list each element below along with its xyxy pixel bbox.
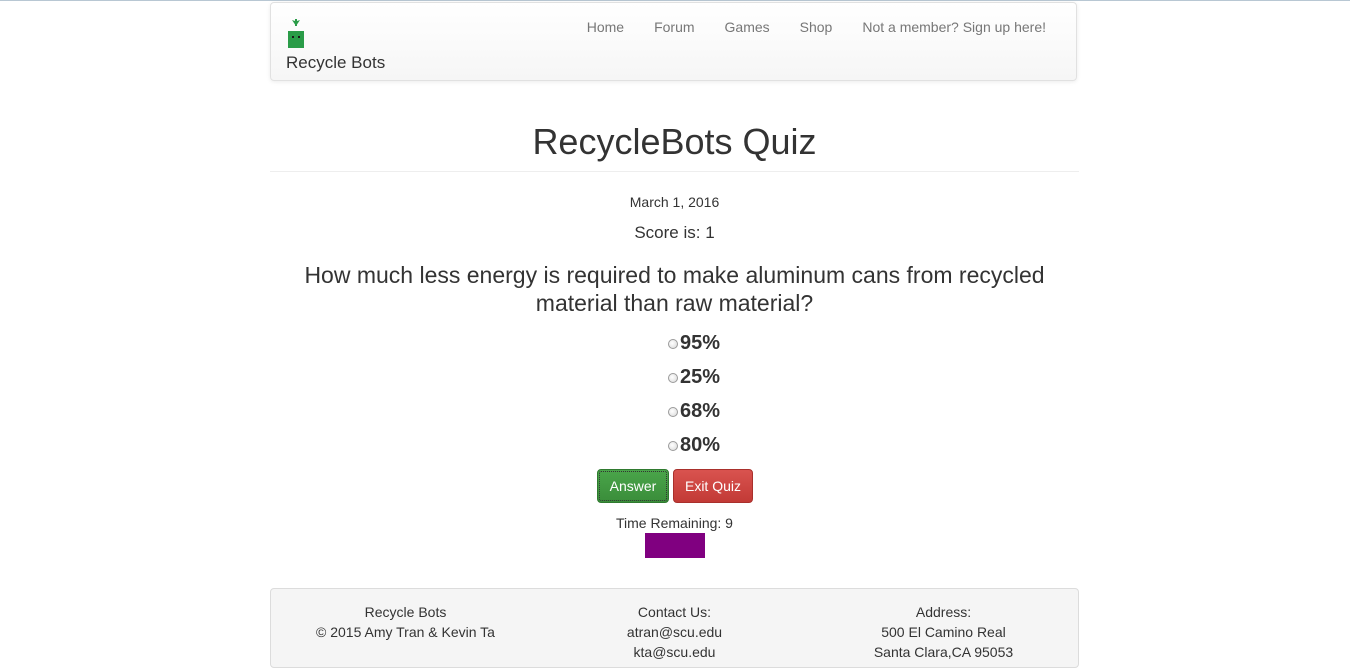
exit-quiz-button[interactable]: Exit Quiz [673, 469, 753, 503]
page-title: RecycleBots Quiz [532, 121, 817, 162]
footer: Recycle Bots © 2015 Amy Tran & Kevin Ta … [270, 588, 1079, 668]
nav-links: Home Forum Games Shop Not a member? Sign… [572, 19, 1061, 35]
footer-address: Address: 500 El Camino Real Santa Clara,… [809, 602, 1078, 662]
footer-email-kta[interactable]: kta@scu.edu [540, 642, 809, 662]
footer-contact-heading: Contact Us: [637, 604, 712, 620]
footer-credits: Recycle Bots © 2015 Amy Tran & Kevin Ta [271, 602, 540, 642]
footer-address-city: Santa Clara,CA 95053 [873, 644, 1014, 660]
timer-progress-fill [645, 533, 705, 558]
nav-forum-link[interactable]: Forum [639, 19, 709, 35]
option-68[interactable]: 68% [668, 394, 788, 428]
footer-copyright: © 2015 Amy Tran & Kevin Ta [316, 624, 495, 640]
radio-button[interactable] [668, 407, 678, 417]
timer-progress-bar [645, 533, 705, 558]
answer-button[interactable]: Answer [597, 469, 669, 503]
footer-email-atran[interactable]: atran@scu.edu [540, 622, 809, 642]
nav-signup-link[interactable]: Not a member? Sign up here! [847, 19, 1061, 35]
radio-button[interactable] [668, 339, 678, 349]
footer-contact: Contact Us: atran@scu.edu kta@scu.edu [540, 602, 809, 662]
option-label: 80% [680, 433, 721, 456]
option-label: 25% [680, 365, 721, 388]
option-label: 68% [680, 399, 721, 422]
time-remaining-text: Time Remaining: 9 [616, 515, 733, 531]
nav-games-link[interactable]: Games [710, 19, 785, 35]
recycle-bot-logo-icon[interactable] [287, 17, 305, 49]
quiz-date: March 1, 2016 [629, 194, 720, 210]
top-border [0, 0, 1350, 1]
option-label: 95% [680, 331, 721, 354]
answer-options: 95% 25% 68% 80% [668, 326, 788, 462]
footer-address-street: 500 El Camino Real [881, 624, 1006, 640]
footer-address-heading: Address: [915, 604, 972, 620]
nav-shop-link[interactable]: Shop [785, 19, 848, 35]
option-80[interactable]: 80% [668, 428, 788, 462]
title-divider [270, 171, 1079, 172]
footer-site-name: Recycle Bots [364, 604, 447, 620]
option-25[interactable]: 25% [668, 360, 788, 394]
question-text: How much less energy is required to make… [304, 262, 1045, 316]
nav-home-link[interactable]: Home [572, 19, 639, 35]
navbar: Recycle Bots Home Forum Games Shop Not a… [270, 2, 1077, 81]
brand-link[interactable]: Recycle Bots [286, 53, 385, 73]
radio-button[interactable] [668, 373, 678, 383]
radio-button[interactable] [668, 441, 678, 451]
option-95[interactable]: 95% [668, 326, 788, 360]
score-text: Score is: 1 [634, 223, 715, 242]
